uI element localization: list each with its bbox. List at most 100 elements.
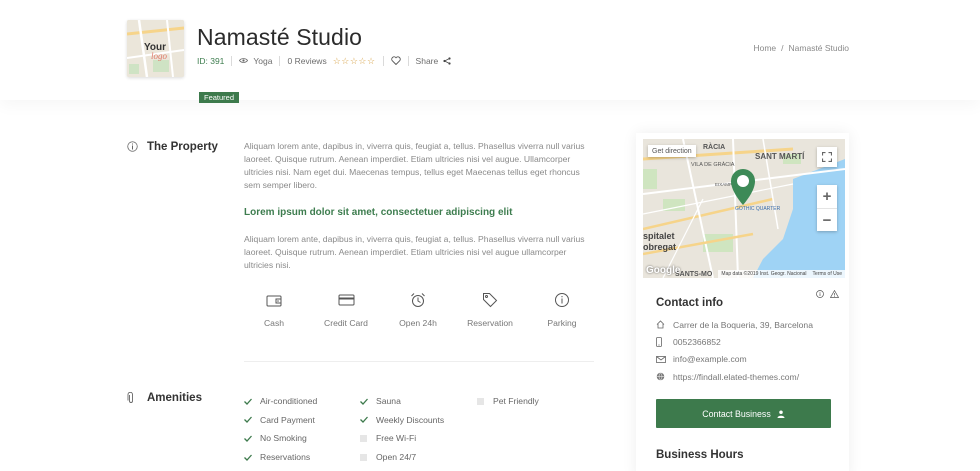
credit-card-icon [337,291,355,309]
listing-id: ID: 391 [197,56,225,66]
map-label-vila-de-gracia: VILA DE GRÀCIA [691,161,735,168]
check-icon [244,435,254,442]
unchecked-box-icon [360,453,370,461]
amenity-label: Reservations [260,452,311,463]
check-icon [244,398,254,405]
property-section-title: The Property [127,141,218,153]
breadcrumb: Home / Namasté Studio [753,43,849,53]
property-title-text: The Property [147,141,218,153]
listing-category-link[interactable]: Yoga [253,56,272,66]
website-link[interactable]: https://findall.elated-themes.com/ [673,372,799,382]
map-label-llobregat: obregat [643,242,676,252]
info-circle-icon [127,141,139,153]
amenity-label: Air-conditioned [260,396,318,407]
meta-divider [279,56,281,66]
feature-label: Open 24h [399,318,437,328]
map-data-text: Map data ©2019 Inst. Geogr. Nacional [721,271,807,277]
map-label-hospitalet: spitalet [643,231,675,241]
amenity-item: Sauna [360,392,444,411]
amenity-item: Open 24/7 [360,448,444,467]
terms-of-use-link[interactable]: Terms of Use [813,271,842,277]
breadcrumb-separator: / [781,43,784,53]
amenity-label: Free Wi-Fi [376,433,417,444]
reviews-count[interactable]: 0 Reviews [287,56,326,66]
email-link[interactable]: info@example.com [673,354,747,364]
feature-credit-card: Credit Card [315,291,377,328]
amenities-column-2: Sauna Weekly Discounts Free Wi-Fi Open 2… [360,392,444,466]
heart-icon[interactable] [390,56,401,66]
feature-cash: Cash [243,291,305,328]
amenity-label: Open 24/7 [376,452,417,463]
features-row: Cash Credit Card Open 24h Reservation Pa… [243,291,593,328]
amenities-title-text: Amenities [147,392,202,404]
breadcrumb-home-link[interactable]: Home [753,43,776,53]
listing-header: Your logo Namasté Studio ID: 391 Yoga 0 … [0,0,980,103]
amenity-label: No Smoking [260,433,307,444]
fullscreen-icon[interactable] [817,147,837,167]
zoom-in-button[interactable]: + [817,185,837,208]
map-report-icons [816,285,840,303]
business-hours-title: Business Hours [656,449,744,461]
meta-divider [231,56,233,66]
phone-icon [656,337,666,347]
unchecked-box-icon [477,397,487,405]
amenity-label: Sauna [376,396,401,407]
meta-divider [382,56,384,66]
amenity-label: Pet Friendly [493,396,539,407]
location-map[interactable]: RÀCIA VILA DE GRÀCIA SANT MARTÍ EIXAMPLE… [643,139,845,278]
alarm-clock-icon [409,291,427,309]
amenity-item: Card Payment [244,411,317,430]
breadcrumb-current: Namasté Studio [788,43,849,53]
meta-divider [407,56,409,66]
amenities-column-3: Pet Friendly [477,392,539,411]
amenity-label: Weekly Discounts [376,414,445,425]
amenities-section-title: Amenities [127,392,202,404]
feature-parking: Parking [531,291,593,328]
unchecked-box-icon [360,434,370,442]
map-attribution: Map data ©2019 Inst. Geogr. Nacional Ter… [718,270,845,278]
contact-business-button[interactable]: Contact Business [656,399,831,428]
listing-logo: Your logo [127,20,184,77]
info-circle-icon [553,291,571,309]
phone-link[interactable]: 0052366852 [673,337,721,347]
property-description-1: Aliquam lorem ante, dapibus in, viverra … [244,141,585,190]
section-divider [244,361,594,362]
contact-card: RÀCIA VILA DE GRÀCIA SANT MARTÍ EIXAMPLE… [636,133,849,471]
map-label-sant-marti: SANT MARTÍ [755,152,805,161]
warning-icon[interactable] [829,285,840,303]
envelope-icon [656,355,666,363]
get-direction-button[interactable]: Get direction [648,145,696,157]
map-label-gracia: RÀCIA [703,142,725,151]
contact-website: https://findall.elated-themes.com/ [656,368,813,385]
property-description-2: Aliquam lorem ante, dapibus in, viverra … [244,234,585,270]
share-icon[interactable] [443,57,451,65]
share-button[interactable]: Share [416,56,439,66]
user-icon [777,410,785,418]
amenity-item: Reservations [244,448,317,467]
property-subheading: Lorem ipsum dolor sit amet, consectetuer… [244,207,513,218]
amenity-item: Free Wi-Fi [360,429,444,448]
check-icon [244,416,254,424]
listing-meta: ID: 391 Yoga 0 Reviews ☆☆☆☆☆ Share [197,55,451,67]
amenities-column-1: Air-conditioned Card Payment No Smoking … [244,392,317,466]
check-icon [360,416,370,424]
logo-text-logo: logo [151,51,168,61]
feature-label: Reservation [467,318,513,328]
paperclip-icon [127,392,139,404]
amenity-item: Pet Friendly [477,392,539,411]
info-circle-icon[interactable] [816,285,824,303]
wallet-icon [265,291,283,309]
feature-label: Credit Card [324,318,368,328]
map-label-gothic-quarter: GOTHIC QUARTER [735,206,781,212]
feature-reservation: Reservation [459,291,521,328]
feature-label: Parking [547,318,577,328]
address-text: Carrer de la Boqueria, 39, Barcelona [673,319,813,330]
zoom-control: + − [817,185,837,231]
amenity-item: Air-conditioned [244,392,317,411]
map-label-sants: SANTS-MO [675,271,713,278]
contact-address: Carrer de la Boqueria, 39, Barcelona [656,316,813,333]
zoom-out-button[interactable]: − [817,208,837,231]
contact-email: info@example.com [656,351,813,368]
eye-icon [239,56,249,66]
amenity-item: No Smoking [244,429,317,448]
